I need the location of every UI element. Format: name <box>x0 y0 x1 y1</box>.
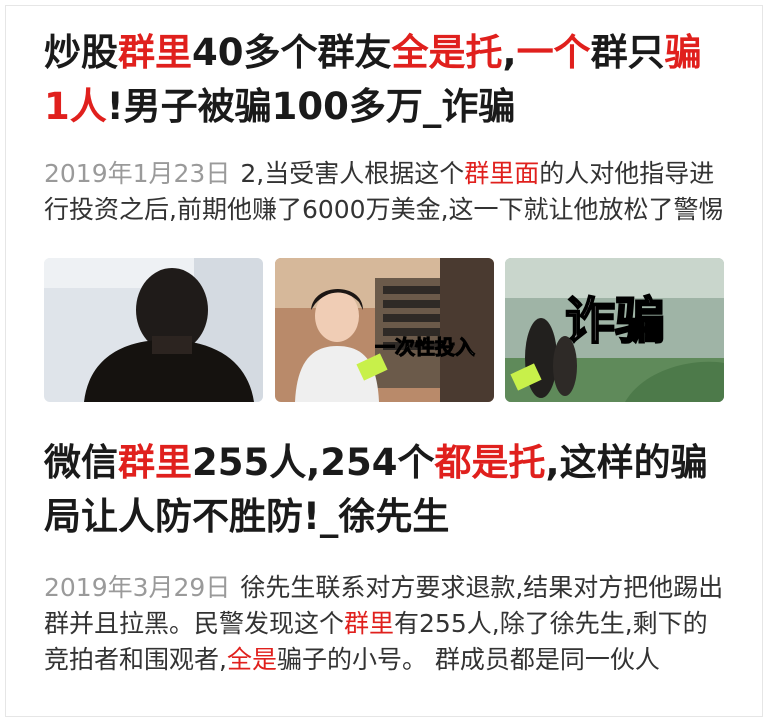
thumbnail-row: 一次性投入 诈骗 <box>44 258 724 402</box>
highlight-keyword: 群里面 <box>464 159 540 188</box>
result-snippet: 2019年3月29日 徐先生联系对方要求退款,结果对方把他踢出群并且拉黑。民警发现… <box>44 573 724 674</box>
highlight-keyword: 群里 <box>344 609 395 638</box>
highlight-keyword: 群里 <box>118 441 192 484</box>
thumbnail-woman-interview[interactable]: 一次性投入 <box>274 258 494 402</box>
result-title-link[interactable]: 微信群里255人,254个都是托,这样的骗局让人防不胜防!_徐先生 <box>44 436 724 544</box>
thumbnail-scam-title[interactable]: 诈骗 <box>505 258 724 402</box>
highlight-keyword: 全是 <box>226 645 277 674</box>
result-item[interactable]: 微信群里255人,254个都是托,这样的骗局让人防不胜防!_徐先生 2019年3… <box>44 436 724 678</box>
result-date: 2019年1月23日 <box>44 159 231 188</box>
highlight-keyword: 一个 <box>516 31 591 74</box>
thumbnail-man-back-view[interactable] <box>44 258 263 402</box>
highlight-keyword: 全是托 <box>391 31 503 74</box>
result-snippet: 2019年1月23日 2,当受害人根据这个群里面的人对他指导进行投资之后,前期他赚… <box>44 159 724 224</box>
thumbnail-caption: 一次性投入 <box>375 335 475 359</box>
thumbnail-caption: 诈骗 <box>565 292 665 350</box>
result-title-link[interactable]: 炒股群里40多个群友全是托,一个群只骗1人!男子被骗100多万_诈骗 <box>44 26 724 134</box>
result-date: 2019年3月29日 <box>44 573 231 602</box>
result-item[interactable]: 炒股群里40多个群友全是托,一个群只骗1人!男子被骗100多万_诈骗 2019年… <box>44 26 724 402</box>
highlight-keyword: 都是托 <box>434 441 546 484</box>
highlight-keyword: 群里 <box>118 31 192 74</box>
search-results-card: 炒股群里40多个群友全是托,一个群只骗1人!男子被骗100多万_诈骗 2019年… <box>5 5 763 717</box>
